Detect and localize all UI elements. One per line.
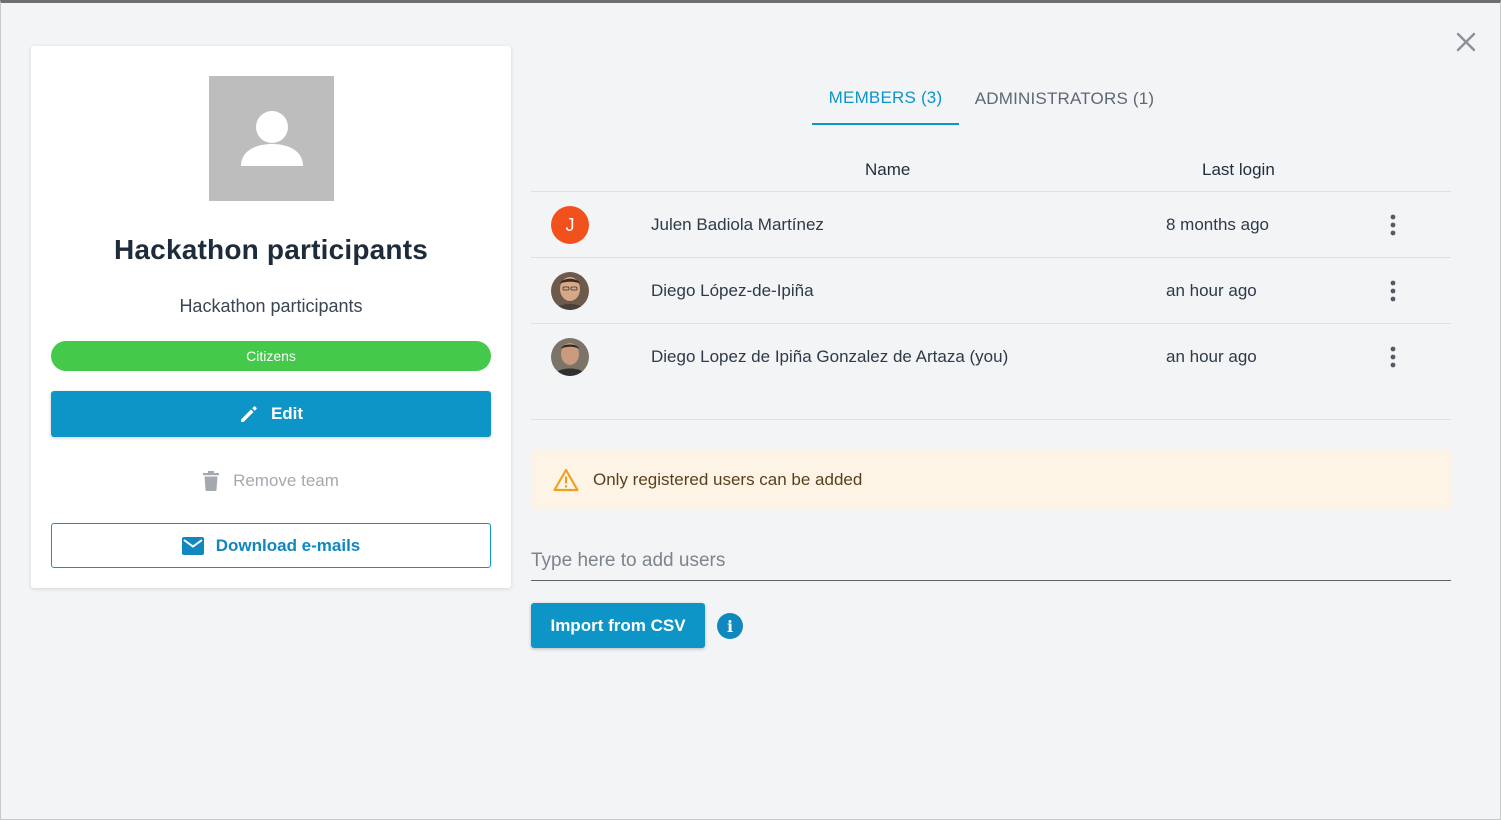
download-emails-label: Download e-mails (215, 535, 361, 555)
member-name: Diego López-de-Ipiña (651, 281, 814, 300)
member-last-login: an hour ago (1166, 281, 1257, 300)
warning-banner: Only registered users can be added (531, 450, 1451, 510)
trash-icon (203, 471, 220, 491)
person-icon (240, 110, 303, 166)
tab-administrators[interactable]: ADMINISTRATORS (1) (967, 73, 1162, 125)
avatar (551, 338, 589, 376)
remove-team-button[interactable]: Remove team (51, 464, 491, 498)
column-header-name[interactable]: Name (865, 160, 910, 180)
user-photo-icon (551, 338, 589, 376)
user-photo-icon (551, 272, 589, 310)
remove-team-label: Remove team (233, 471, 339, 490)
edit-button[interactable]: Edit (51, 391, 491, 437)
member-name: Julen Badiola Martínez (651, 215, 824, 234)
member-last-login: 8 months ago (1166, 215, 1270, 234)
avatar (551, 272, 589, 310)
team-card: Hackathon participants Hackathon partici… (31, 46, 511, 588)
member-name: Diego Lopez de Ipiña Gonzalez de Artaza … (651, 347, 1009, 366)
member-last-login: an hour ago (1166, 347, 1257, 366)
team-dialog: Hackathon participants Hackathon partici… (0, 0, 1501, 820)
more-vertical-icon (1390, 214, 1396, 236)
download-emails-button[interactable]: Download e-mails (51, 523, 491, 568)
tab-members[interactable]: MEMBERS (3) (812, 73, 959, 125)
table-row: Diego Lopez de Ipiña Gonzalez de Artaza … (531, 324, 1451, 390)
team-description: Hackathon participants (179, 296, 363, 316)
row-menu-button[interactable] (1383, 278, 1403, 304)
warning-text: Only registered users can be added (593, 470, 863, 489)
row-menu-button[interactable] (1383, 344, 1403, 370)
more-vertical-icon (1390, 346, 1396, 368)
table-row: Diego López-de-Ipiña an hour ago (531, 258, 1451, 324)
close-button[interactable] (1453, 29, 1479, 55)
warning-icon (553, 468, 579, 492)
import-csv-button[interactable]: Import from CSV (531, 603, 705, 648)
close-icon (1456, 32, 1476, 52)
mail-icon (181, 536, 204, 555)
members-table-header: Name Last login (531, 148, 1451, 192)
add-users-input[interactable] (531, 541, 1451, 581)
more-vertical-icon (1390, 280, 1396, 302)
row-menu-button[interactable] (1383, 212, 1403, 238)
edit-button-label: Edit (270, 404, 304, 423)
table-divider (531, 419, 1451, 420)
column-header-last-login[interactable]: Last login (1202, 160, 1275, 180)
avatar: J (551, 206, 589, 244)
team-title: Hackathon participants (113, 234, 429, 265)
team-type-badge: Citizens (51, 341, 491, 371)
pencil-icon (240, 406, 257, 422)
team-avatar (209, 76, 334, 201)
table-row: J Julen Badiola Martínez 8 months ago (531, 192, 1451, 258)
info-icon[interactable]: i (717, 613, 743, 639)
